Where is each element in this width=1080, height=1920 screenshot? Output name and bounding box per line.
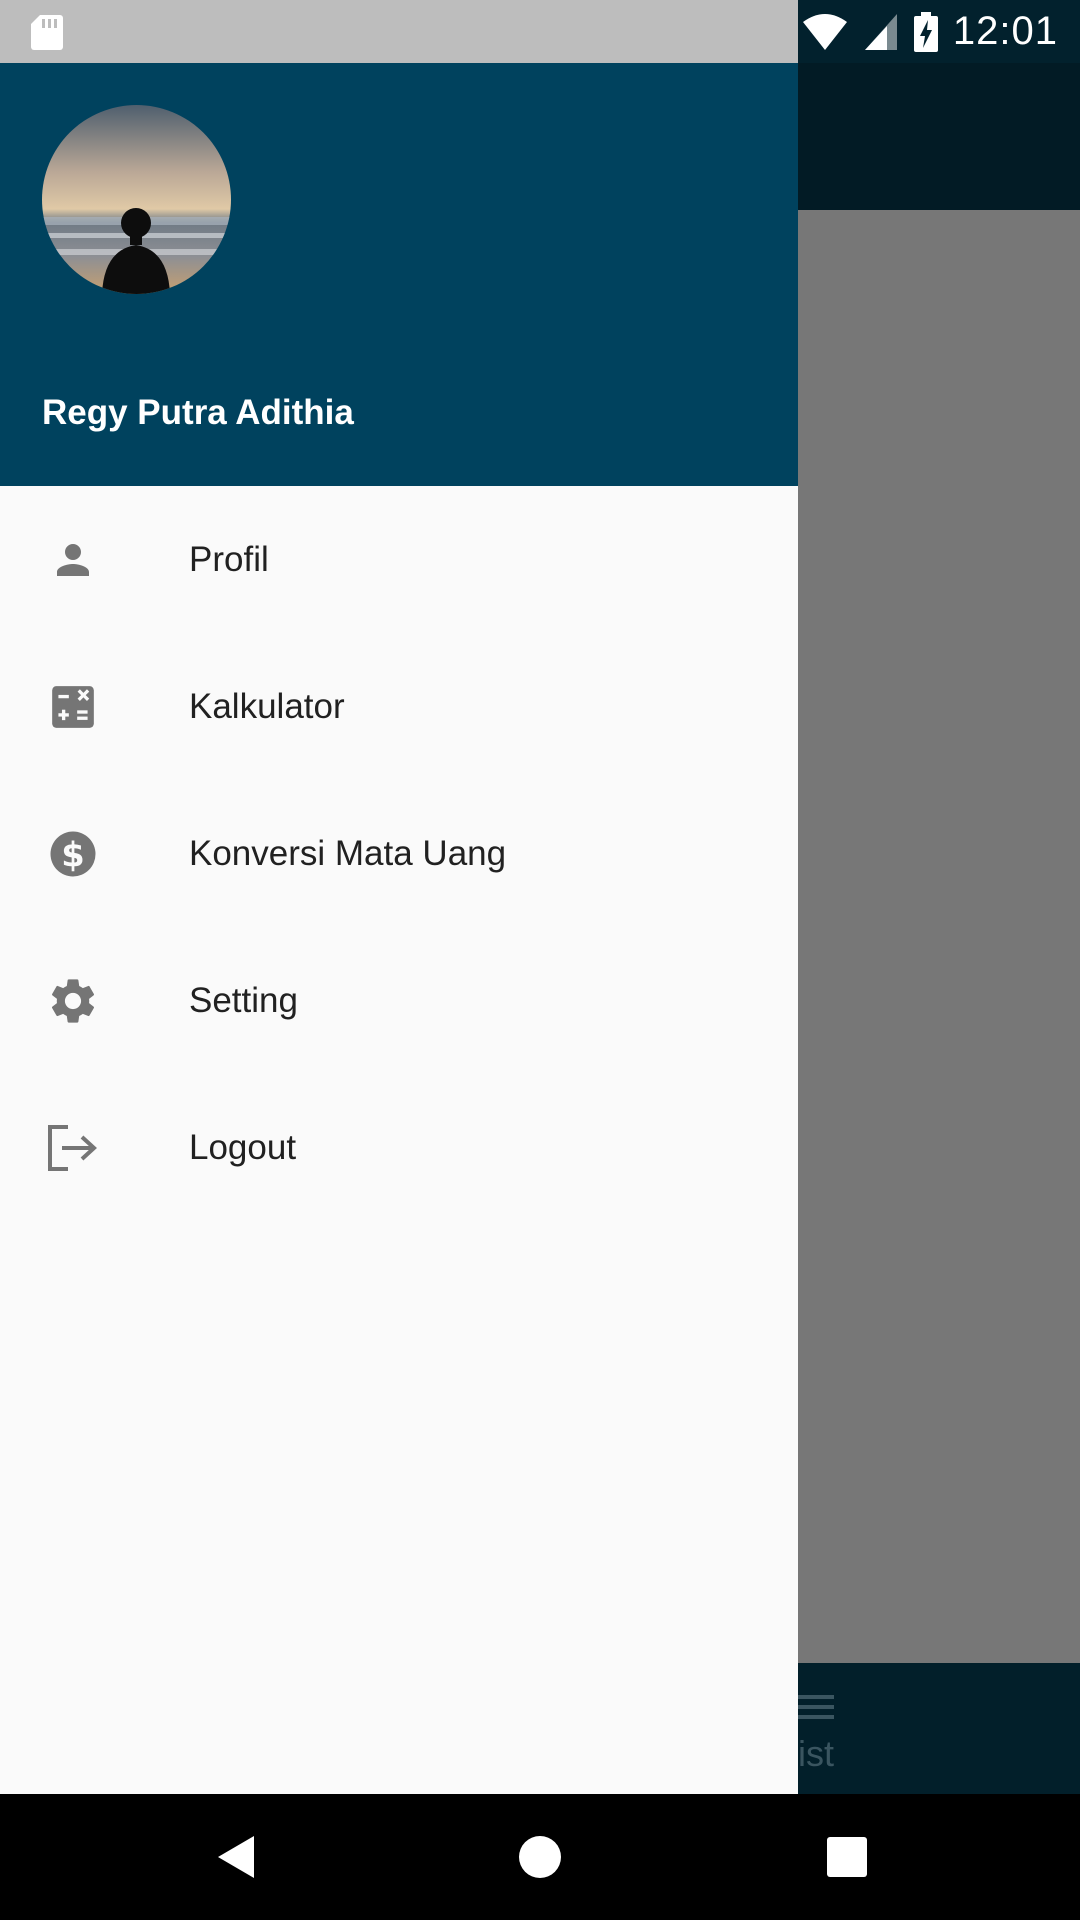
menu-label-setting: Setting — [189, 980, 298, 1020]
sd-card-icon — [31, 15, 63, 50]
menu-item-logout[interactable]: Logout — [0, 1074, 798, 1221]
battery-charging-icon — [913, 11, 938, 52]
calculator-icon — [46, 680, 100, 734]
gear-icon — [46, 974, 100, 1028]
user-name: Regy Putra Adithia — [42, 393, 354, 432]
dollar-icon: $ — [46, 827, 100, 881]
menu-label-profil: Profil — [189, 539, 269, 579]
menu-label-konversi-mata-uang: Konversi Mata Uang — [189, 833, 507, 873]
status-time: 12:01 — [952, 9, 1058, 53]
app-toolbar — [798, 63, 1080, 210]
signal-icon — [864, 13, 897, 50]
back-icon[interactable] — [212, 1832, 262, 1882]
home-icon[interactable] — [515, 1832, 565, 1882]
scrim-overlay[interactable] — [798, 210, 1080, 1663]
menu-item-konversi-mata-uang[interactable]: $ Konversi Mata Uang — [0, 780, 798, 927]
menu-item-setting[interactable]: Setting — [0, 927, 798, 1074]
bottom-navigation: ist — [798, 1663, 1080, 1794]
navigation-drawer: Regy Putra Adithia Profil Kalkulator $ K… — [0, 63, 798, 1794]
wifi-icon — [802, 13, 847, 50]
status-icons: 12:01 — [798, 0, 1080, 63]
drawer-menu: Profil Kalkulator $ Konversi Mata Uang S… — [0, 486, 798, 1221]
menu-label-kalkulator: Kalkulator — [189, 686, 345, 726]
bottom-nav-label: ist — [798, 1733, 834, 1774]
system-navigation-bar — [0, 1794, 1080, 1920]
svg-text:$: $ — [61, 835, 84, 874]
logout-icon — [46, 1121, 100, 1175]
menu-label-logout: Logout — [189, 1127, 297, 1167]
menu-item-kalkulator[interactable]: Kalkulator — [0, 633, 798, 780]
list-icon — [798, 1695, 834, 1719]
status-bar: 12:01 — [0, 0, 1080, 63]
person-icon — [46, 533, 100, 587]
recents-icon[interactable] — [822, 1832, 872, 1882]
drawer-header: Regy Putra Adithia — [0, 63, 798, 486]
menu-item-profil[interactable]: Profil — [0, 486, 798, 633]
avatar[interactable] — [42, 105, 231, 294]
